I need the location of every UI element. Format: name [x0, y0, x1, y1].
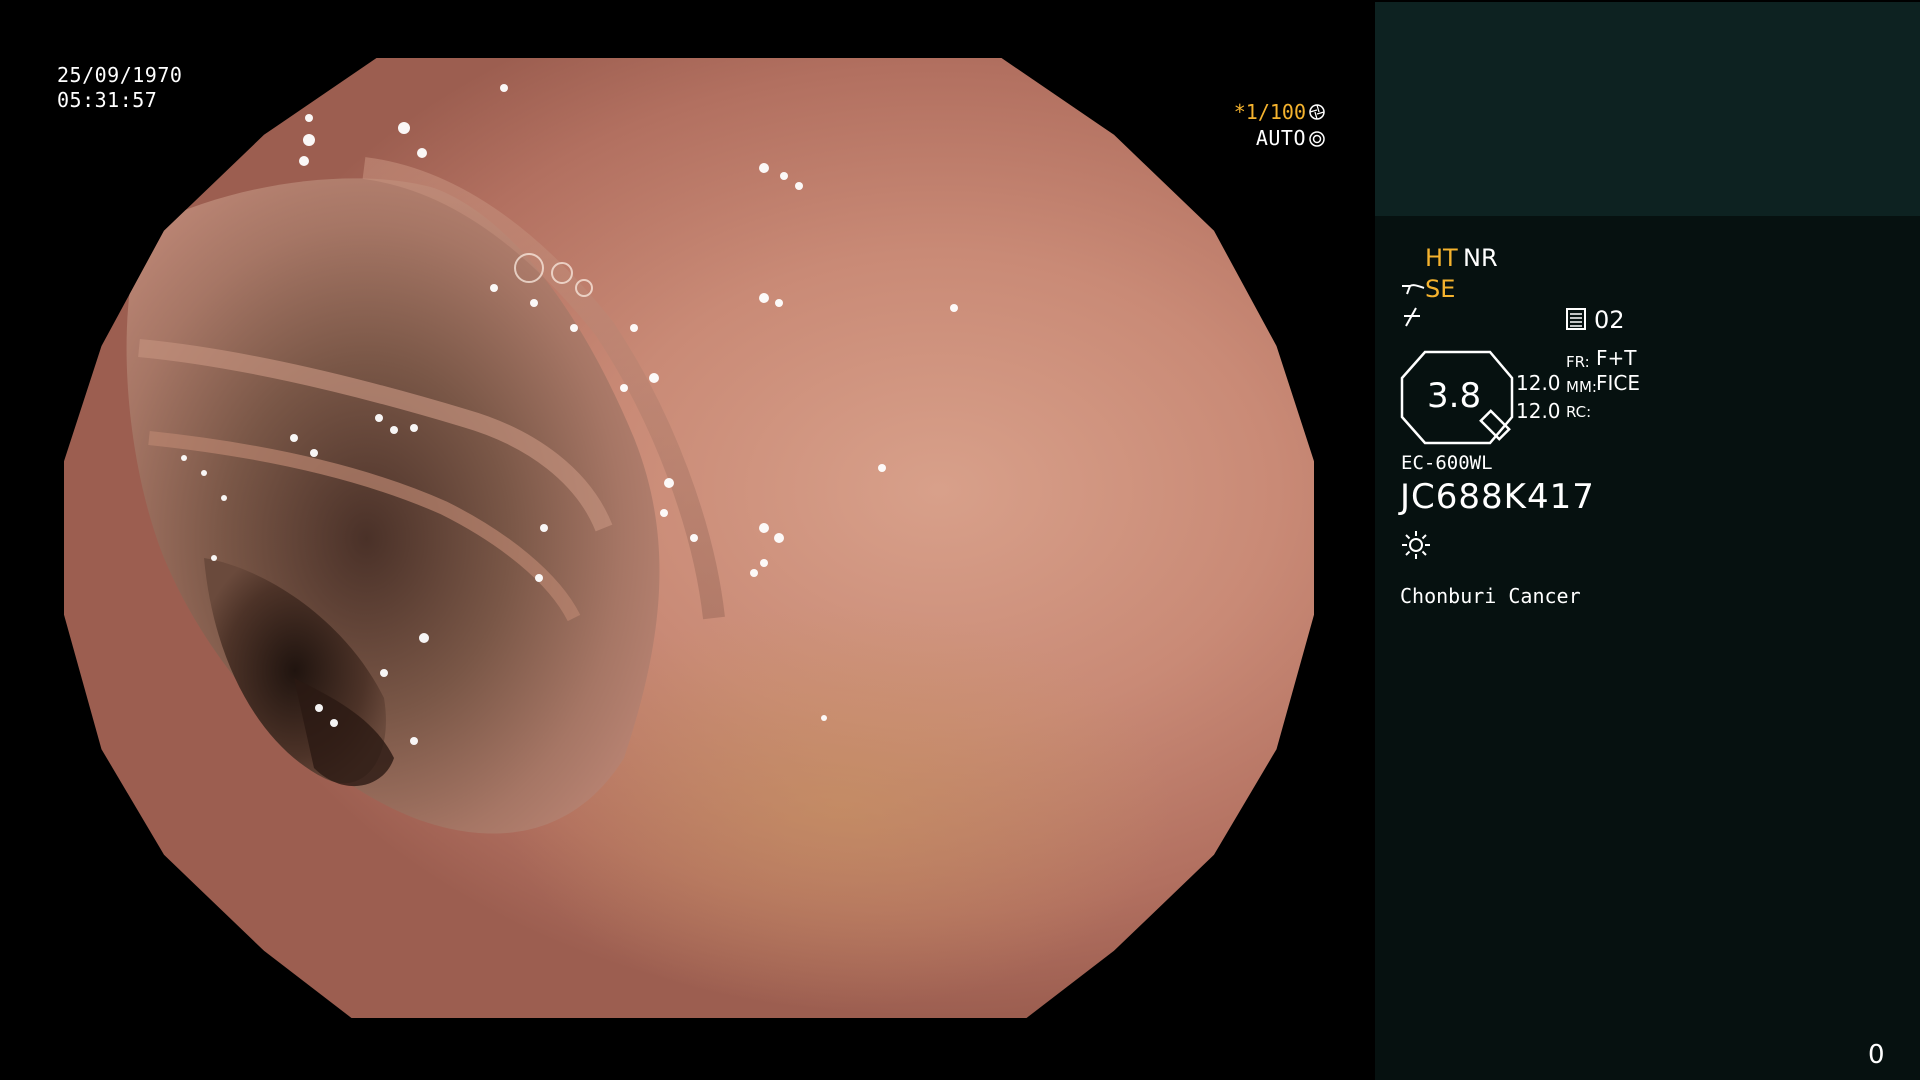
iris-icon — [1309, 130, 1325, 147]
mm-value: FICE — [1596, 371, 1641, 395]
se-label: SE — [1425, 275, 1456, 303]
time-label: 05:31:57 — [57, 88, 158, 112]
auto-row: AUTO — [1234, 126, 1325, 151]
scope-model: EC-600WL — [1401, 452, 1493, 474]
memory-icon — [1566, 308, 1586, 330]
colon-lumen-image — [126, 84, 958, 834]
zoom-value: 3.8 — [1427, 376, 1482, 416]
sun-icon — [1402, 531, 1430, 559]
endoscopic-view — [64, 58, 1314, 1018]
info-panel — [1375, 216, 1920, 1080]
endoscopy-screen: 25/09/1970 05:31:57 *1/100 AUTO HT NR SE — [0, 0, 1920, 1080]
scope-serial: JC688K417 — [1400, 477, 1595, 517]
date-label: 25/09/1970 — [57, 63, 183, 87]
value-2: 12.0 — [1516, 399, 1561, 423]
frame-counter: 0 — [1868, 1040, 1885, 1070]
value-1: 12.0 — [1516, 371, 1561, 395]
panel-header — [1375, 2, 1920, 216]
memory-value: 02 — [1594, 306, 1625, 334]
nr-label: NR — [1463, 244, 1498, 272]
aperture-icon — [1309, 104, 1325, 120]
auto-label: AUTO — [1255, 126, 1306, 150]
shutter-speed: *1/100 — [1233, 100, 1306, 124]
exposure-info: *1/100 AUTO — [1234, 98, 1325, 151]
rc-label: RC: — [1566, 403, 1592, 421]
shutter-row: *1/100 — [1234, 98, 1325, 126]
ht-label: HT — [1425, 244, 1458, 272]
enhancement-icon — [1402, 284, 1425, 295]
color-tone-icon — [1404, 307, 1420, 327]
hospital-name: Chonburi Cancer — [1400, 584, 1581, 608]
